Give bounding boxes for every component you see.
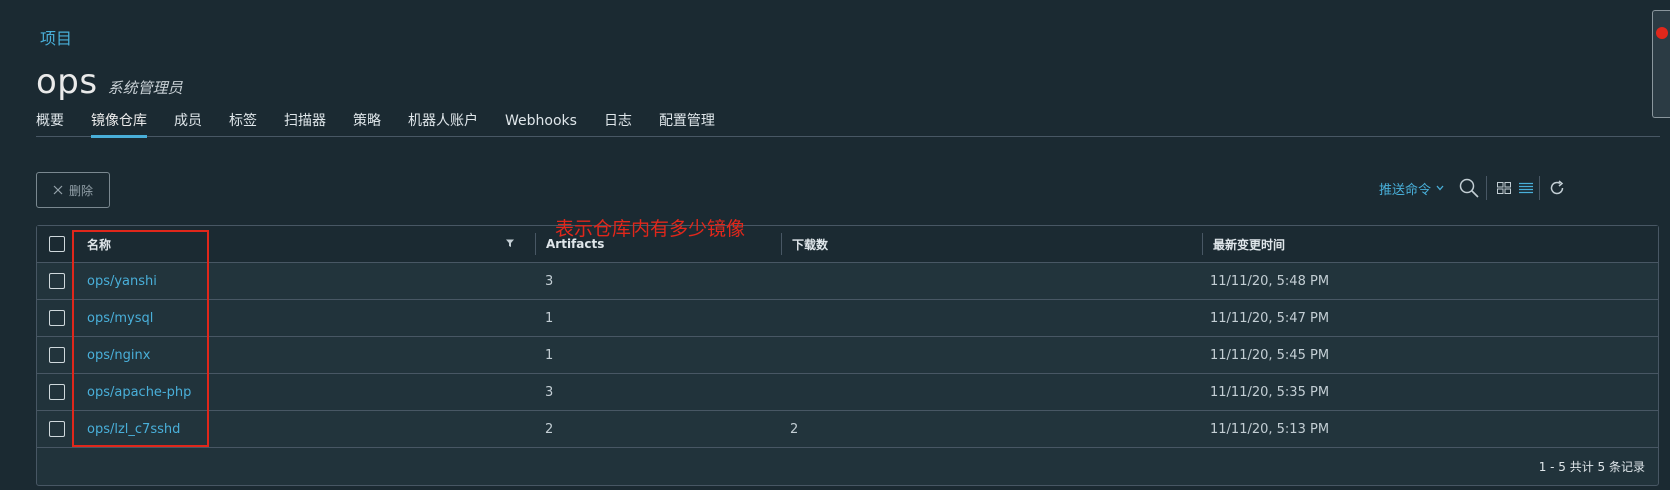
repository-link[interactable]: ops/lzl_c7sshd	[87, 422, 180, 437]
artifacts-count: 3	[545, 273, 554, 289]
toolbar-divider	[1486, 176, 1487, 200]
tab-summary[interactable]: 概要	[36, 110, 64, 137]
row-checkbox[interactable]	[49, 273, 65, 289]
close-icon	[53, 185, 63, 195]
updated-time: 11/11/20, 5:48 PM	[1210, 273, 1330, 289]
artifacts-count: 1	[545, 347, 554, 363]
search-icon	[1459, 178, 1479, 198]
updated-time: 11/11/20, 5:45 PM	[1210, 347, 1330, 363]
chevron-down-icon	[1436, 185, 1444, 191]
artifacts-count: 3	[545, 384, 554, 400]
annotation-text: 表示仓库内有多少镜像	[555, 218, 746, 240]
page-header: ops 系统管理员	[36, 62, 183, 102]
downloads-count: 2	[790, 421, 799, 437]
table-row: ops/yanshi 3 11/11/20, 5:48 PM	[37, 263, 1658, 300]
refresh-button[interactable]	[1544, 176, 1570, 200]
repository-link[interactable]: ops/yanshi	[87, 274, 157, 289]
row-checkbox[interactable]	[49, 310, 65, 326]
push-command-label: 推送命令	[1378, 182, 1431, 198]
updated-time: 11/11/20, 5:13 PM	[1210, 421, 1330, 437]
filter-icon[interactable]	[505, 238, 515, 248]
tab-policy[interactable]: 策略	[353, 110, 381, 137]
tab-configuration[interactable]: 配置管理	[659, 110, 715, 137]
table-row: ops/nginx 1 11/11/20, 5:45 PM	[37, 337, 1658, 374]
tab-scanner[interactable]: 扫描器	[284, 110, 326, 137]
column-header-updated[interactable]: 最新变更时间	[1203, 226, 1658, 262]
repository-link[interactable]: ops/nginx	[87, 348, 150, 363]
artifacts-count: 1	[545, 310, 554, 326]
list-view-icon	[1519, 182, 1533, 194]
tab-labels[interactable]: 标签	[229, 110, 257, 137]
table-row: ops/apache-php 3 11/11/20, 5:35 PM	[37, 374, 1658, 411]
row-checkbox[interactable]	[49, 421, 65, 437]
table-footer: 1 - 5 共计 5 条记录	[1538, 460, 1645, 474]
table-body: ops/yanshi 3 11/11/20, 5:48 PM ops/mysql…	[37, 263, 1658, 448]
updated-time: 11/11/20, 5:35 PM	[1210, 384, 1330, 400]
refresh-icon	[1550, 180, 1564, 195]
row-checkbox[interactable]	[49, 384, 65, 400]
project-tabs: 概要 镜像仓库 成员 标签 扫描器 策略 机器人账户 Webhooks 日志 配…	[36, 110, 1660, 138]
select-all-cell	[37, 226, 77, 262]
tab-webhooks[interactable]: Webhooks	[505, 110, 577, 137]
delete-button[interactable]: 删除	[36, 172, 110, 208]
repository-toolbar: 推送命令	[1379, 176, 1570, 200]
row-checkbox[interactable]	[49, 347, 65, 363]
toolbar-divider	[1539, 176, 1540, 200]
side-panel-tab[interactable]	[1652, 10, 1670, 118]
column-header-downloads[interactable]: 下载数	[782, 226, 1202, 262]
page-title: ops	[36, 62, 98, 102]
repository-link[interactable]: ops/mysql	[87, 311, 153, 326]
tab-members[interactable]: 成员	[174, 110, 202, 137]
updated-time: 11/11/20, 5:47 PM	[1210, 310, 1330, 326]
table-header: 名称 Artifacts 下载数 最新变更时间	[37, 226, 1658, 263]
notification-dot-icon	[1656, 27, 1668, 39]
grid-view-icon	[1497, 182, 1511, 194]
select-all-checkbox[interactable]	[49, 236, 65, 252]
search-button[interactable]	[1456, 176, 1482, 200]
tab-repositories[interactable]: 镜像仓库	[91, 110, 147, 138]
repository-table: 名称 Artifacts 下载数 最新变更时间 ops/yanshi 3 11/…	[36, 225, 1659, 486]
column-header-name[interactable]: 名称	[77, 226, 535, 262]
breadcrumb-projects[interactable]: 项目	[40, 25, 72, 49]
list-view-button[interactable]	[1517, 176, 1535, 200]
card-view-button[interactable]	[1491, 176, 1517, 200]
table-row: ops/mysql 1 11/11/20, 5:47 PM	[37, 300, 1658, 337]
delete-button-label: 删除	[68, 183, 93, 198]
push-command-dropdown[interactable]: 推送命令	[1379, 179, 1444, 198]
tab-robot-accounts[interactable]: 机器人账户	[408, 110, 478, 137]
table-row: ops/lzl_c7sshd 2 2 11/11/20, 5:13 PM	[37, 411, 1658, 448]
artifacts-count: 2	[545, 421, 554, 437]
repository-link[interactable]: ops/apache-php	[87, 385, 191, 400]
tab-logs[interactable]: 日志	[604, 110, 632, 137]
role-label: 系统管理员	[107, 79, 183, 97]
